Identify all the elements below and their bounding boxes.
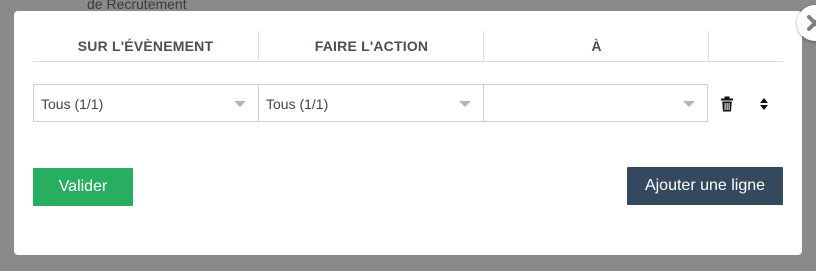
close-icon <box>806 14 816 32</box>
event-select[interactable]: Tous (1/1) <box>33 84 259 122</box>
validate-button[interactable]: Valider <box>33 168 133 206</box>
action-select-value: Tous (1/1) <box>266 96 329 112</box>
sort-icon[interactable] <box>759 97 769 111</box>
chevron-down-icon <box>234 101 246 107</box>
event-select-value: Tous (1/1) <box>41 96 104 112</box>
chevron-down-icon <box>683 101 695 107</box>
target-select[interactable] <box>483 84 708 122</box>
chevron-down-icon <box>459 101 471 107</box>
header-event: SUR L'ÉVÈNEMENT <box>77 38 214 54</box>
add-line-button[interactable]: Ajouter une ligne <box>627 167 783 205</box>
rules-modal: SUR L'ÉVÈNEMENT FAIRE L'ACTION À Tous (1… <box>14 5 816 255</box>
action-select[interactable]: Tous (1/1) <box>258 84 484 122</box>
close-button[interactable] <box>797 5 816 41</box>
header-action: FAIRE L'ACTION <box>314 38 429 54</box>
table-header: SUR L'ÉVÈNEMENT FAIRE L'ACTION À <box>33 31 783 62</box>
header-actions <box>709 31 783 61</box>
trash-icon[interactable] <box>720 96 734 112</box>
header-target: À <box>591 38 602 54</box>
